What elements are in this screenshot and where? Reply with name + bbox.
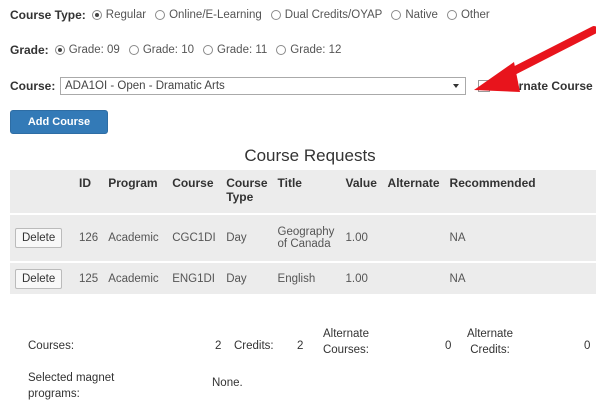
cell-course: CGC1DI bbox=[167, 213, 222, 262]
alternate-credits-label: Alternate Credits: bbox=[466, 328, 514, 356]
header-action bbox=[10, 170, 74, 214]
radio-dot-icon bbox=[391, 10, 402, 20]
grade-12-radio[interactable]: Grade: 12 bbox=[276, 44, 341, 56]
delete-button[interactable]: Delete bbox=[15, 268, 63, 289]
course-type-regular-radio[interactable]: Regular bbox=[91, 9, 146, 21]
course-type-label: Course Type: bbox=[10, 8, 86, 22]
header-id: ID bbox=[74, 170, 104, 214]
grade-09-radio[interactable]: Grade: 09 bbox=[54, 44, 120, 56]
cell-type: Day bbox=[221, 213, 273, 262]
grade-11-radio[interactable]: Grade: 11 bbox=[203, 44, 267, 56]
header-course: Course bbox=[167, 170, 222, 214]
chevron-down-icon bbox=[453, 84, 459, 88]
delete-button[interactable]: Delete bbox=[15, 228, 63, 248]
cell-recommended: NA bbox=[444, 213, 596, 262]
grade-label: Grade: bbox=[10, 43, 49, 57]
cell-value: 1.00 bbox=[340, 213, 383, 262]
cell-recommended: NA bbox=[444, 261, 596, 294]
course-select[interactable]: ADA1OI - Open - Dramatic Arts bbox=[60, 77, 466, 95]
credits-value: 2 bbox=[297, 340, 304, 352]
grade-row: Grade: Grade: 09 Grade: 10 Grade: 11 Gra… bbox=[10, 43, 350, 57]
cell-id: 126 bbox=[74, 213, 104, 262]
courses-label: Courses: bbox=[28, 340, 75, 352]
radio-dot-icon bbox=[203, 45, 213, 55]
add-course-button[interactable]: Add Course bbox=[10, 110, 108, 134]
header-recommended: Recommended bbox=[444, 170, 596, 214]
alternate-courses-value: 0 bbox=[445, 340, 452, 352]
cell-alternate bbox=[382, 261, 445, 294]
header-course-type: Course Type bbox=[221, 170, 273, 214]
radio-dot-icon bbox=[276, 45, 287, 55]
cell-value: 1.00 bbox=[340, 261, 383, 294]
header-program: Program bbox=[103, 170, 168, 214]
cell-title: Geography of Canada bbox=[272, 213, 341, 262]
radio-dot-icon bbox=[270, 10, 281, 20]
cell-program: Academic bbox=[103, 261, 168, 294]
header-value: Value bbox=[340, 170, 383, 214]
radio-dot-icon bbox=[54, 45, 65, 55]
course-select-value: ADA1OI - Open - Dramatic Arts bbox=[65, 80, 225, 92]
header-title: Title bbox=[272, 170, 341, 214]
alternate-courses-label: Alternate Courses: bbox=[322, 328, 370, 356]
course-type-online-radio[interactable]: Online/E-Learning bbox=[155, 9, 262, 21]
cell-alternate bbox=[382, 213, 445, 262]
cell-type: Day bbox=[221, 261, 273, 294]
table-row: Delete 125 Academic ENG1DI Day English 1… bbox=[10, 261, 596, 294]
table-header-row: ID Program Course Course Type Title Valu… bbox=[10, 170, 596, 214]
credits-label: Credits: bbox=[234, 340, 274, 352]
course-requests-title: Course Requests bbox=[244, 146, 376, 165]
table-row: Delete 126 Academic CGC1DI Day Geography… bbox=[10, 213, 596, 262]
radio-dot-icon bbox=[91, 10, 102, 20]
alternate-credits-value: 0 bbox=[584, 340, 591, 352]
header-alternate: Alternate bbox=[382, 170, 445, 214]
red-arrow-annotation-icon bbox=[474, 26, 596, 92]
cell-course: ENG1DI bbox=[167, 261, 222, 294]
course-type-dual-radio[interactable]: Dual Credits/OYAP bbox=[270, 9, 382, 21]
grade-10-radio[interactable]: Grade: 10 bbox=[128, 44, 194, 56]
cell-id: 125 bbox=[74, 261, 104, 294]
radio-dot-icon bbox=[155, 10, 166, 20]
course-requests-table: ID Program Course Course Type Title Valu… bbox=[10, 170, 596, 294]
magnet-programs-label: Selected magnet programs: bbox=[28, 372, 115, 400]
cell-title: English bbox=[272, 261, 341, 294]
courses-value: 2 bbox=[215, 340, 222, 352]
cell-program: Academic bbox=[103, 213, 168, 262]
course-type-native-radio[interactable]: Native bbox=[391, 9, 438, 21]
course-type-row: Course Type: Regular Online/E-Learning D… bbox=[10, 8, 499, 22]
radio-dot-icon bbox=[128, 45, 139, 55]
magnet-programs-value: None. bbox=[212, 377, 243, 389]
course-label: Course: bbox=[10, 79, 56, 93]
radio-dot-icon bbox=[446, 10, 457, 20]
